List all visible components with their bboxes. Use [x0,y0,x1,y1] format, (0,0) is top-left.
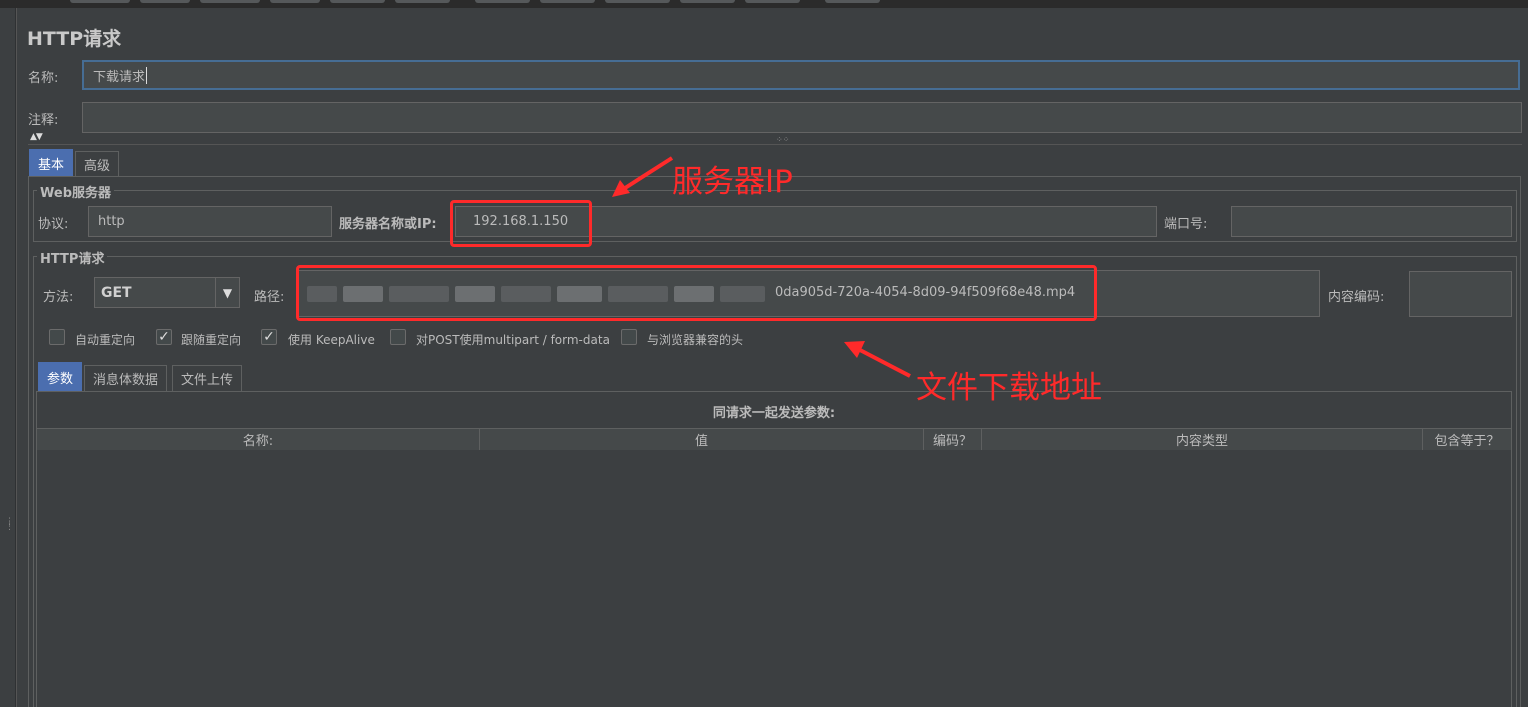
content-encoding-label: 内容编码: [1328,290,1385,305]
window-tab[interactable] [330,0,385,3]
browser-compatible-label: 与浏览器兼容的头 [647,333,744,347]
protocol-input-value: http [98,214,125,229]
checkbox-multipart[interactable] [390,329,406,345]
tab-parameters[interactable]: 参数 [38,362,83,391]
highlight-server-ip [450,200,592,247]
divider [28,144,1522,145]
window-tab[interactable] [825,0,880,3]
path-label: 路径: [254,290,285,305]
name-input-value: 下载请求 [93,69,146,85]
parameters-table-body[interactable] [37,450,1511,707]
left-splitter[interactable] [0,8,16,707]
checkbox-keepalive[interactable]: ✓ [261,329,277,345]
follow-redirect-label: 跟随重定向 [181,333,242,347]
resize-grip-icon[interactable]: ⁘⁘ [776,135,789,144]
window-tab[interactable] [200,0,260,3]
http-request-group-title: HTTP请求 [37,248,108,267]
annotation-download-url: 文件下载地址 [916,370,1102,406]
protocol-label: 协议: [38,217,69,232]
window-tab[interactable] [540,0,595,3]
port-input[interactable] [1231,206,1512,237]
annotation-server-ip: 服务器IP [672,164,793,200]
method-select[interactable]: GET ▼ [94,277,240,308]
method-label: 方法: [43,290,74,305]
tab-basic[interactable]: 基本 [29,149,74,176]
text-caret [146,66,148,84]
highlight-path [296,265,1097,321]
window-tab[interactable] [395,0,450,3]
window-tab[interactable] [140,0,190,3]
keepalive-label: 使用 KeepAlive [288,333,375,347]
window-tab[interactable] [70,0,130,3]
name-label: 名称: [28,71,59,86]
window-tab[interactable] [475,0,530,3]
tab-body-data[interactable]: 消息体数据 [84,365,168,391]
parameters-table-header: 名称: 值 编码？ 内容类型 包含等于？ [37,428,1511,450]
method-select-value: GET [101,284,132,301]
collapse-toggle-icon[interactable]: ▲▼ [30,132,43,142]
window-tab[interactable] [270,0,320,3]
checkmark-icon: ✓ [263,329,275,345]
auto-redirect-label: 自动重定向 [75,333,136,347]
tab-file-upload[interactable]: 文件上传 [172,365,243,391]
window-tab[interactable] [745,0,800,3]
content-encoding-input[interactable] [1409,271,1512,317]
tab-advanced[interactable]: 高级 [75,151,120,176]
checkbox-auto-redirect[interactable] [49,329,65,345]
window-tab[interactable] [605,0,670,3]
server-label: 服务器名称或IP: [339,217,437,232]
arrow-line [620,156,674,192]
column-header-encode[interactable]: 编码？ [924,429,982,450]
multipart-label: 对POST使用multipart / form-data [416,333,610,347]
comment-input[interactable] [82,102,1522,133]
arrow-download-url-icon [844,341,911,378]
column-header-value[interactable]: 值 [480,429,924,450]
checkmark-icon: ✓ [158,329,170,345]
protocol-input[interactable]: http [88,206,332,237]
page-title: HTTP请求 [27,28,122,50]
chevron-down-icon[interactable]: ▼ [215,278,239,307]
column-header-content-type[interactable]: 内容类型 [982,429,1423,450]
window-tab[interactable] [680,0,735,3]
checkbox-browser-compatible[interactable] [621,329,637,345]
checkbox-follow-redirect[interactable]: ✓ [156,329,172,345]
parameters-caption: 同请求一起发送参数: [712,406,836,421]
comment-label: 注释: [28,113,59,128]
column-header-include-equals[interactable]: 包含等于？ [1423,429,1511,450]
port-label: 端口号: [1164,217,1208,232]
name-input[interactable]: 下载请求 [82,60,1520,90]
arrow-line [859,348,911,378]
column-header-name[interactable]: 名称: [37,429,480,450]
splitter-grip-icon[interactable]: ⋮ ⋮ [5,518,14,532]
web-server-group-title: Web服务器 [37,182,114,201]
